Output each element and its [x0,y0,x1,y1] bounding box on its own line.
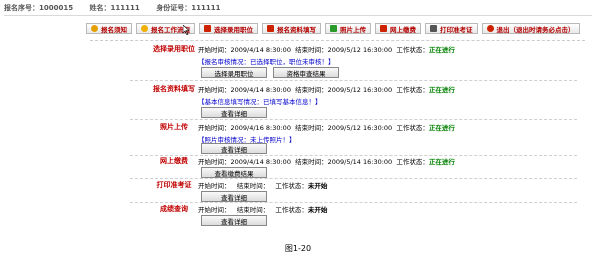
row-times: 开始时间：2009/4/14 8:30:00 结束时间：2009/5/14 16… [198,158,455,166]
status-text: 正在进行 [428,158,455,166]
row-title: 成绩查询 [160,205,188,213]
row-times: 开始时间：2009/4/14 8:30:00 结束时间：2009/5/12 16… [198,86,455,94]
row-title: 照片上传 [160,123,188,131]
id-label: 身份证号：111111 [156,4,221,12]
payment-icon [380,25,387,32]
row-divider [130,202,577,203]
row-title: 报名资料填写 [153,85,195,93]
status-text: 正在进行 [428,86,455,94]
nav-print-button[interactable]: 打印准考证 [425,23,478,34]
row-note: 【报名审核情况：已选择职位，职位未审核！】 [198,58,335,66]
view-details-button[interactable]: 查看详细 [201,191,267,202]
top-divider [4,15,592,16]
flow-icon [141,25,148,32]
row-times: 开始时间： 结束时间： 工作状态：未开始 [198,206,328,214]
photo-icon [330,25,337,32]
nav-notice-button[interactable]: 报名须知 [86,23,132,34]
row-title: 打印准考证 [156,181,192,189]
status-text: 未开始 [307,182,328,190]
row-title: 网上缴费 [160,157,188,165]
view-details-button[interactable]: 查看详细 [201,143,267,154]
view-details-button[interactable]: 查看详细 [201,215,267,226]
nav-photo-button[interactable]: 照片上传 [325,23,371,34]
qualification-result-button[interactable]: 资格审查结果 [273,67,339,78]
row-times: 开始时间：2009/4/16 8:30:00 结束时间：2009/5/12 16… [198,124,455,132]
row-times: 开始时间：2009/4/14 8:30:00 结束时间：2009/5/12 16… [198,46,455,54]
nav-form-button[interactable]: 报名资料填写 [262,23,321,34]
name-label: 姓名：111111 [89,4,140,12]
row-note: 【基本信息填写情况：已填写基本信息！】 [198,98,322,106]
applicant-info: 报名序号：1000015 姓名：111111 身份证号：111111 [4,3,234,13]
form-icon [267,25,274,32]
mouse-cursor-icon [183,25,190,35]
info-icon [91,25,98,32]
row-title: 选择录用职位 [153,45,195,53]
print-icon [430,25,437,32]
figure-caption: 图1-20 [284,244,312,253]
nav-bar: 报名须知 报名工作流程 选择录用职位 报名资料填写 照片上传 网上缴费 打印准考… [86,23,580,36]
nav-payment-button[interactable]: 网上缴费 [375,23,421,34]
nav-exit-button[interactable]: 退出（退出时请务必点击） [481,23,580,34]
exit-icon [486,25,494,32]
workflow-panel: 选择录用职位 开始时间：2009/4/14 8:30:00 结束时间：2009/… [90,40,585,233]
view-details-button[interactable]: 查看详细 [201,107,267,118]
seq-label: 报名序号：1000015 [4,4,74,12]
view-payment-result-button[interactable]: 查看缴费结果 [201,167,267,178]
status-text: 正在进行 [428,46,455,54]
status-text: 正在进行 [428,124,455,132]
nav-position-button[interactable]: 选择录用职位 [199,23,258,34]
select-position-button[interactable]: 选择录用职位 [201,67,267,78]
row-divider [130,119,577,120]
row-times: 开始时间： 结束时间： 工作状态：未开始 [198,182,328,190]
status-text: 未开始 [307,206,328,214]
position-icon [204,25,211,32]
row-divider [130,80,577,81]
row-divider [130,178,577,179]
